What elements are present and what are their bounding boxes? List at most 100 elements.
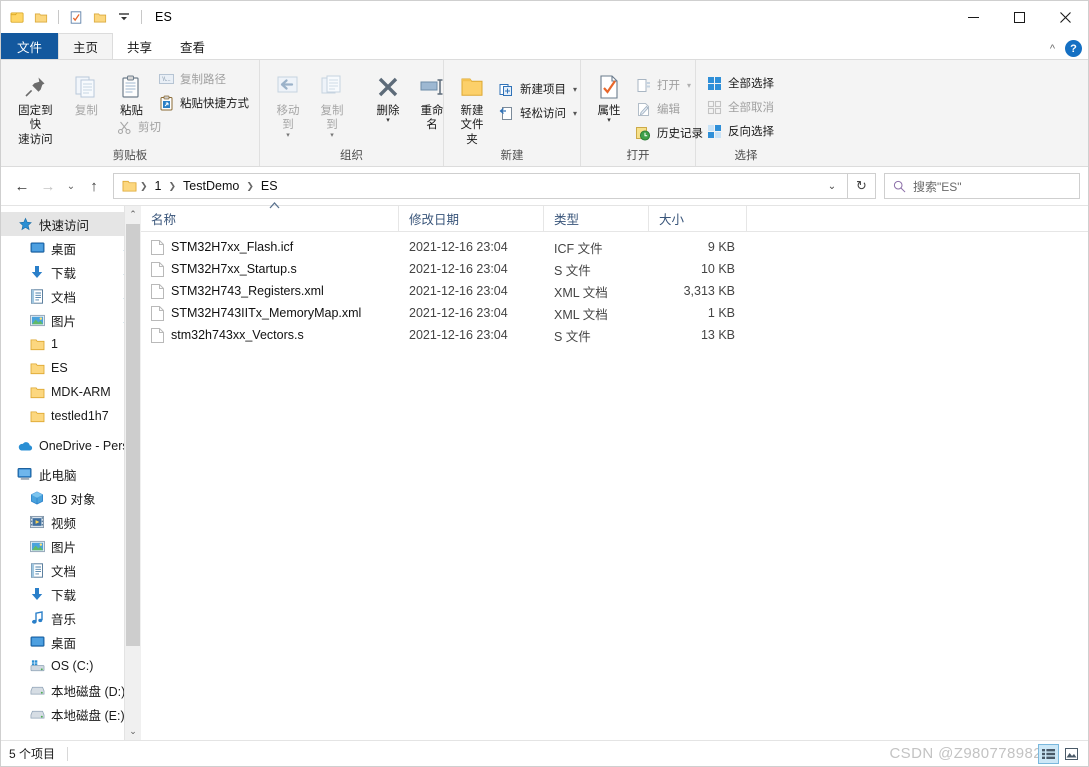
- breadcrumb-dropdown-icon[interactable]: ⌄: [821, 174, 843, 198]
- new-item-button[interactable]: 新建项目 ▾: [494, 78, 581, 100]
- sidebar-item-quick-access[interactable]: 快速访问: [1, 212, 141, 236]
- scroll-down-icon[interactable]: ⌄: [125, 723, 141, 740]
- column-header-name-label: 名称: [151, 213, 177, 227]
- sidebar-item-downloads-pc[interactable]: 下载: [1, 582, 141, 606]
- breadcrumb-item-1[interactable]: TestDemo: [179, 179, 243, 193]
- tab-home[interactable]: 主页: [58, 33, 114, 59]
- file-type-cell: S 文件: [554, 329, 591, 344]
- help-icon[interactable]: ?: [1065, 40, 1082, 57]
- invert-selection-button[interactable]: 反向选择: [702, 120, 778, 142]
- details-view-button[interactable]: [1038, 744, 1059, 764]
- main-area: 快速访问 桌面 📌 下载 📌 文档: [1, 201, 1088, 740]
- chevron-up-icon[interactable]: ^: [1050, 43, 1055, 55]
- sidebar-item-documents-pc[interactable]: 文档: [1, 558, 141, 582]
- easy-access-button[interactable]: 轻松访问 ▾: [494, 102, 581, 124]
- column-header-size[interactable]: 大小: [649, 205, 747, 232]
- move-to-button[interactable]: 移动到 ▾: [266, 68, 310, 141]
- new-item-caret-icon[interactable]: ▾: [573, 85, 577, 94]
- breadcrumb-item-2[interactable]: ES: [257, 179, 282, 193]
- up-button[interactable]: ↑: [81, 173, 107, 199]
- new-small-buttons: 新建项目 ▾ 轻松访问 ▾: [494, 68, 581, 124]
- column-header-empty[interactable]: [747, 206, 1088, 232]
- close-button[interactable]: [1042, 1, 1088, 33]
- copy-path-button[interactable]: \\... 复制路径: [154, 68, 253, 90]
- sidebar-item-downloads[interactable]: 下载 📌: [1, 260, 141, 284]
- sidebar-item-pictures[interactable]: 图片 📌: [1, 308, 141, 332]
- delete-button[interactable]: 删除 ▾: [366, 68, 410, 126]
- breadcrumb-item-0[interactable]: 1: [151, 179, 166, 193]
- table-row[interactable]: STM32H743IITx_MemoryMap.xml 2021-12-16 2…: [141, 302, 1088, 324]
- breadcrumb-folder-icon[interactable]: [118, 179, 137, 193]
- sidebar-item-os-c-drive[interactable]: OS (C:): [1, 654, 141, 678]
- select-none-button[interactable]: 全部取消: [702, 96, 778, 118]
- breadcrumb-bar[interactable]: ❯ 1 ❯ TestDemo ❯ ES ⌄: [113, 173, 848, 199]
- table-row[interactable]: stm32h743xx_Vectors.s 2021-12-16 23:04 S…: [141, 324, 1088, 346]
- maximize-button[interactable]: [996, 1, 1042, 33]
- large-icons-view-button[interactable]: [1061, 744, 1082, 764]
- sidebar-item-local-disk-e[interactable]: 本地磁盘 (E:): [1, 702, 141, 726]
- sidebar-scrollbar[interactable]: ⌃ ⌄: [124, 206, 141, 740]
- paste-shortcut-button[interactable]: 粘贴快捷方式: [154, 92, 253, 114]
- sidebar-item-desktop-pc[interactable]: 桌面: [1, 630, 141, 654]
- sidebar-item-this-pc[interactable]: 此电脑: [1, 462, 141, 486]
- file-name-cell: STM32H743_Registers.xml: [141, 280, 399, 302]
- paste-shortcut-icon: [158, 95, 175, 112]
- delete-caret-icon[interactable]: ▾: [386, 117, 390, 124]
- search-input[interactable]: 搜索"ES": [913, 178, 962, 195]
- table-row[interactable]: STM32H7xx_Flash.icf 2021-12-16 23:04 ICF…: [141, 236, 1088, 258]
- column-header-name[interactable]: 名称: [141, 201, 399, 232]
- system-menu-icon[interactable]: [5, 5, 29, 29]
- refresh-button[interactable]: ↻: [848, 173, 876, 199]
- easy-access-caret-icon[interactable]: ▾: [573, 109, 577, 118]
- recent-locations-button[interactable]: ⌄: [61, 173, 81, 199]
- sidebar-item-3d-objects[interactable]: 3D 对象: [1, 486, 141, 510]
- copy-button[interactable]: 复制: [64, 64, 109, 120]
- properties-button[interactable]: 属性 ▾: [587, 68, 631, 126]
- sidebar-item-label: 1: [51, 337, 58, 351]
- file-name-cell: STM32H7xx_Flash.icf: [141, 236, 399, 258]
- sidebar-item-folder-testled1h7[interactable]: testled1h7: [1, 404, 141, 428]
- scissors-icon: [116, 119, 133, 136]
- back-button[interactable]: ←: [9, 173, 35, 199]
- new-folder-button[interactable]: 新建 文件夹: [450, 68, 494, 149]
- tab-view[interactable]: 查看: [166, 33, 219, 59]
- sidebar-item-label: 桌面: [51, 242, 77, 257]
- sidebar-item-desktop[interactable]: 桌面 📌: [1, 236, 141, 260]
- sidebar-item-local-disk-d[interactable]: 本地磁盘 (D:): [1, 678, 141, 702]
- tab-share[interactable]: 共享: [113, 33, 166, 59]
- column-header-type[interactable]: 类型: [544, 205, 649, 232]
- sidebar-item-label: 音乐: [51, 612, 77, 627]
- cut-button[interactable]: 剪切: [112, 116, 253, 138]
- qat-properties-icon[interactable]: [64, 5, 88, 29]
- sidebar-item-onedrive[interactable]: OneDrive - Pers: [1, 434, 141, 458]
- move-to-caret-icon[interactable]: ▾: [286, 132, 290, 139]
- sidebar-item-documents[interactable]: 文档 📌: [1, 284, 141, 308]
- qat-new-folder-icon[interactable]: [88, 5, 112, 29]
- sidebar-scroll-thumb[interactable]: [126, 224, 140, 646]
- select-small-buttons: 全部选择 全部取消 反向选择: [702, 70, 778, 142]
- select-all-button[interactable]: 全部选择: [702, 72, 778, 94]
- table-row[interactable]: STM32H7xx_Startup.s 2021-12-16 23:04 S 文…: [141, 258, 1088, 280]
- sidebar-item-folder-1[interactable]: 1: [1, 332, 141, 356]
- table-row[interactable]: STM32H743_Registers.xml 2021-12-16 23:04…: [141, 280, 1088, 302]
- open-caret-icon[interactable]: ▾: [687, 81, 691, 90]
- copy-to-button[interactable]: 复制到 ▾: [310, 68, 354, 141]
- sidebar-item-folder-mdk-arm[interactable]: MDK-ARM: [1, 380, 141, 404]
- tab-file[interactable]: 文件: [1, 33, 59, 59]
- pin-to-quick-access-button[interactable]: 固定到快 速访问: [7, 64, 64, 149]
- minimize-button[interactable]: [950, 1, 996, 33]
- column-header-date[interactable]: 修改日期: [399, 205, 544, 232]
- copy-to-caret-icon[interactable]: ▾: [330, 132, 334, 139]
- forward-button[interactable]: →: [35, 173, 61, 199]
- search-box[interactable]: 搜索"ES": [884, 173, 1080, 199]
- sidebar-item-videos[interactable]: 视频: [1, 510, 141, 534]
- sidebar-item-pictures-pc[interactable]: 图片: [1, 534, 141, 558]
- scroll-up-icon[interactable]: ⌃: [125, 206, 141, 223]
- properties-caret-icon[interactable]: ▾: [607, 117, 611, 124]
- qat-folder-icon[interactable]: [29, 5, 53, 29]
- paste-button[interactable]: 粘贴: [109, 64, 154, 120]
- sidebar-item-music[interactable]: 音乐: [1, 606, 141, 630]
- qat-dropdown-icon[interactable]: [112, 5, 136, 29]
- onedrive-icon: [17, 438, 33, 454]
- sidebar-item-folder-es[interactable]: ES: [1, 356, 141, 380]
